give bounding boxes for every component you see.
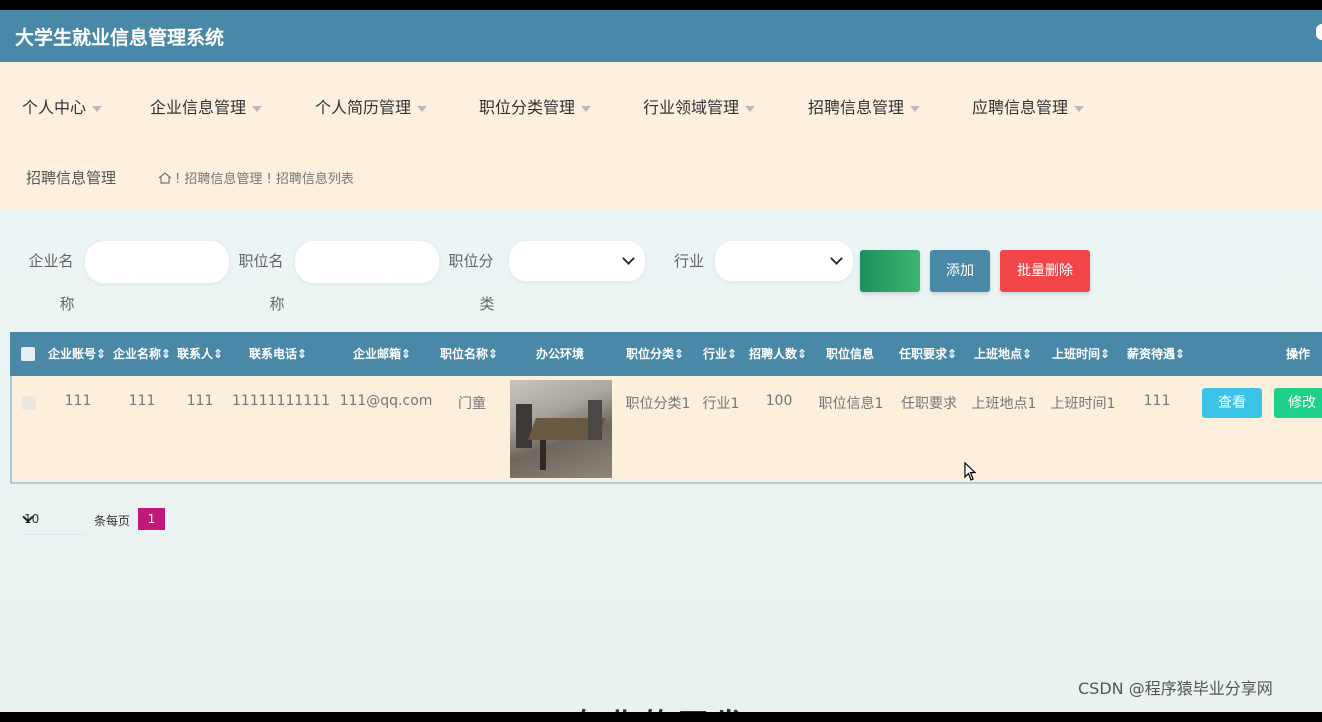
cell-account: 111 — [64, 393, 92, 409]
batch-delete-button[interactable]: 批量删除 — [1000, 250, 1090, 292]
view-button[interactable]: 查看 — [1202, 388, 1262, 418]
chevron-down-icon — [830, 252, 843, 265]
caret-down-icon — [92, 105, 103, 112]
cell-salary: 111 — [1143, 393, 1171, 409]
job-category-label: 职位分 — [448, 252, 494, 270]
menu-item-company-info[interactable]: 企业信息管理 — [150, 94, 263, 118]
job-name-input[interactable] — [294, 240, 440, 284]
cell-info: 职位信息1 — [818, 396, 884, 412]
app-title: 大学生就业信息管理系统 — [15, 27, 225, 49]
cell-time: 上班时间1 — [1050, 396, 1116, 412]
cell-phone: 11111111111 — [232, 393, 330, 409]
cell-contact: 111 — [186, 393, 214, 409]
col-header-count[interactable]: 招聘人数⇕ — [744, 332, 812, 376]
job-name-label-cont: 称 — [269, 295, 285, 313]
caret-down-icon — [581, 105, 592, 112]
search-button[interactable] — [860, 250, 920, 292]
breadcrumb-bar: 招聘信息管理 ! 招聘信息管理 ! 招聘信息列表 — [0, 142, 1322, 210]
industry-label: 行业 — [673, 252, 704, 270]
caret-down-icon — [417, 105, 428, 112]
app-window: 大学生就业信息管理系统 个人中心 企业信息管理 个人简历管理 职位分类管理 行业… — [0, 10, 1322, 712]
col-header-phone[interactable]: 联系电话⇕ — [234, 332, 322, 376]
job-category-select[interactable] — [508, 240, 646, 282]
company-name-label-cont: 称 — [59, 295, 75, 313]
company-name-label: 企业名 — [28, 252, 74, 270]
cell-requirement: 任职要求 — [901, 396, 957, 412]
cell-industry: 行业1 — [702, 396, 740, 412]
cell-count: 100 — [765, 393, 793, 409]
per-page-label: 条每页 — [94, 514, 131, 528]
col-header-company[interactable]: 企业名称⇕ — [110, 332, 174, 376]
menu-item-application[interactable]: 应聘信息管理 — [972, 94, 1085, 118]
mouse-cursor-icon — [964, 462, 977, 481]
table-header: 企业账号⇕ 企业名称⇕ 联系人⇕ 联系电话⇕ 企业邮箱⇕ 职位名称⇕ 办公环境 … — [10, 332, 1322, 376]
job-category-label-cont: 类 — [479, 295, 495, 313]
office-photo — [510, 380, 612, 478]
col-header-industry[interactable]: 行业⇕ — [698, 332, 742, 376]
title-bar: 大学生就业信息管理系统 — [0, 10, 1322, 62]
col-header-salary[interactable]: 薪资待遇⇕ — [1120, 332, 1192, 376]
menu-item-recruitment[interactable]: 招聘信息管理 — [808, 94, 921, 118]
col-header-job[interactable]: 职位名称⇕ — [434, 332, 504, 376]
bottom-caption: 专业的开发 — [570, 700, 750, 712]
caret-down-icon — [252, 105, 263, 112]
home-icon[interactable] — [158, 172, 172, 184]
select-all-checkbox[interactable] — [21, 347, 35, 361]
col-header-email[interactable]: 企业邮箱⇕ — [338, 332, 426, 376]
page-number-current[interactable]: 1 — [138, 508, 165, 530]
cell-location: 上班地点1 — [971, 396, 1037, 412]
industry-select[interactable] — [714, 240, 854, 282]
row-checkbox[interactable] — [22, 396, 36, 410]
col-header-category[interactable]: 职位分类⇕ — [618, 332, 692, 376]
col-header-contact[interactable]: 联系人⇕ — [174, 332, 226, 376]
caret-down-icon — [745, 105, 756, 112]
col-header-actions: 操作 — [1285, 347, 1310, 361]
breadcrumb-path[interactable]: ! 招聘信息管理 ! 招聘信息列表 — [175, 172, 354, 187]
page-size-select[interactable]: 10 — [22, 504, 84, 535]
cell-email: 111@qq.com — [339, 393, 433, 409]
job-name-label: 职位名 — [238, 252, 284, 270]
search-bar: 企业名 称 职位名 称 职位分 类 行业 添加 批量删除 — [0, 220, 1322, 320]
caret-down-icon — [910, 105, 921, 112]
cell-category: 职位分类1 — [625, 396, 691, 412]
col-header-office: 办公环境 — [535, 347, 584, 361]
add-button[interactable]: 添加 — [930, 250, 990, 292]
edit-button[interactable]: 修改 — [1274, 388, 1322, 418]
pagination: 10 条每页 1 — [10, 500, 1322, 548]
menu-item-personal-center[interactable]: 个人中心 — [22, 94, 103, 118]
col-header-requirement[interactable]: 任职要求⇕ — [890, 332, 966, 376]
menu-item-job-category[interactable]: 职位分类管理 — [479, 94, 592, 118]
section-title: 招聘信息管理 — [26, 169, 117, 187]
chevron-down-icon — [622, 252, 635, 265]
user-avatar-icon[interactable] — [1316, 24, 1322, 40]
col-header-info: 职位信息 — [825, 347, 874, 361]
recruitment-table: 企业账号⇕ 企业名称⇕ 联系人⇕ 联系电话⇕ 企业邮箱⇕ 职位名称⇕ 办公环境 … — [10, 332, 1322, 484]
caret-down-icon — [1074, 105, 1085, 112]
col-header-time[interactable]: 上班时间⇕ — [1044, 332, 1118, 376]
company-name-input[interactable] — [84, 240, 230, 284]
cell-job: 门童 — [458, 396, 486, 412]
col-header-location[interactable]: 上班地点⇕ — [968, 332, 1038, 376]
table-row: 111 111 111 11111111111 111@qq.com 门童 职位… — [10, 376, 1322, 484]
col-header-account[interactable]: 企业账号⇕ — [44, 332, 110, 376]
cell-company: 111 — [128, 393, 156, 409]
main-menu: 个人中心 企业信息管理 个人简历管理 职位分类管理 行业领域管理 招聘信息管理 … — [0, 62, 1322, 142]
menu-item-industry[interactable]: 行业领域管理 — [643, 94, 756, 118]
menu-item-resume[interactable]: 个人简历管理 — [315, 94, 428, 118]
breadcrumb: ! 招聘信息管理 ! 招聘信息列表 — [158, 168, 354, 187]
watermark: CSDN @程序猿毕业分享网 — [1078, 679, 1273, 698]
